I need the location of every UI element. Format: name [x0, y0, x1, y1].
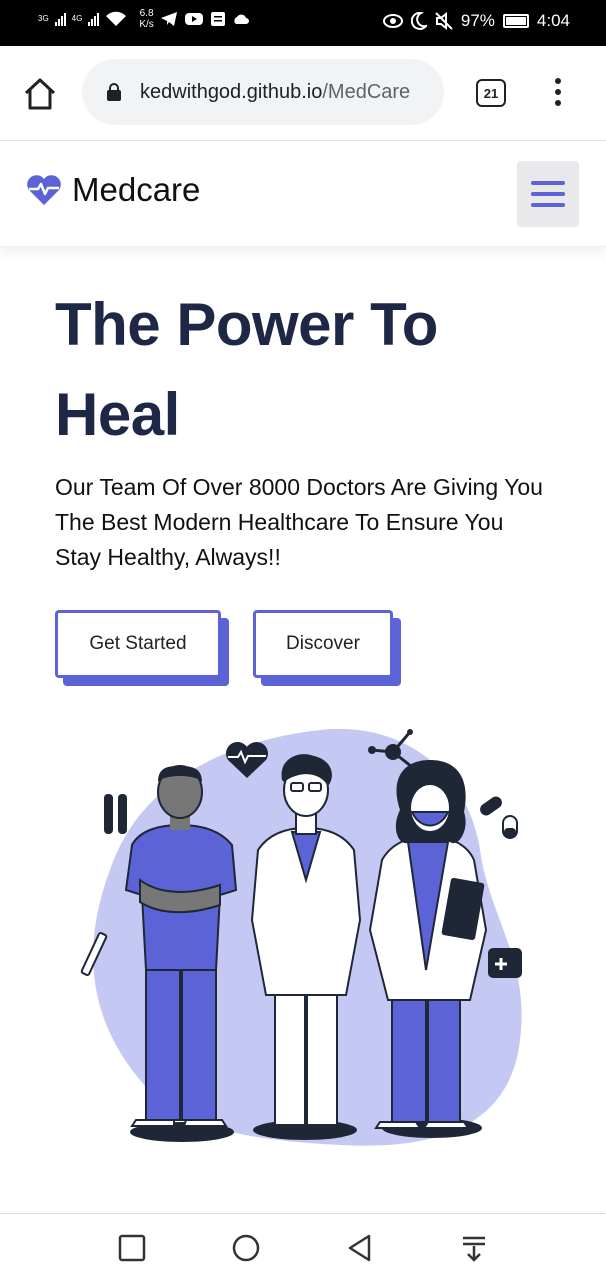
lock-icon — [107, 83, 121, 101]
signal-icon-2 — [88, 12, 100, 26]
network-type-1: 3G — [38, 14, 49, 23]
battery-percent: 97% — [460, 11, 495, 30]
url-domain: kedwithgod.github.io — [140, 80, 323, 103]
network-speed: 6.8 K/s — [139, 8, 153, 30]
speed-unit: K/s — [139, 19, 154, 30]
eye-icon — [382, 14, 403, 28]
telegram-icon — [160, 12, 177, 26]
network-type-2: 4G — [71, 14, 83, 23]
home-circle-icon[interactable] — [230, 1232, 262, 1264]
hamburger-menu-icon[interactable] — [517, 161, 579, 227]
site-header: Medcare — [0, 141, 606, 247]
doctors-illustration — [80, 728, 522, 1146]
browser-toolbar: kedwithgod.github.io/MedCare 21 — [0, 46, 606, 141]
hero-subtitle: Our Team Of Over 8000 Doctors Are Giving… — [55, 474, 543, 570]
android-nav-bar — [0, 1213, 606, 1280]
heart-pulse-icon — [27, 175, 61, 205]
battery-icon — [502, 14, 529, 28]
wifi-icon — [106, 11, 127, 26]
tab-switcher-button[interactable]: 21 — [476, 79, 506, 107]
url-path: /MedCare — [322, 80, 411, 103]
signal-icon — [54, 12, 66, 26]
message-icon — [210, 12, 225, 26]
mute-icon — [435, 12, 453, 30]
back-icon[interactable] — [344, 1232, 376, 1264]
url-text: kedwithgod.github.io/MedCare — [140, 81, 410, 104]
recent-apps-icon[interactable] — [116, 1232, 148, 1264]
discover-button[interactable]: Discover — [253, 610, 393, 678]
moon-icon — [410, 12, 427, 30]
more-vert-icon[interactable] — [552, 78, 564, 108]
speed-value: 6.8 — [139, 8, 154, 19]
cloud-icon — [234, 14, 249, 24]
brand-logo[interactable]: Medcare — [26, 171, 200, 209]
address-bar[interactable]: kedwithgod.github.io/MedCare — [82, 59, 444, 125]
status-bar: 3G 4G 6.8 K/s 97% 4:04 — [0, 0, 606, 46]
home-icon[interactable] — [22, 76, 58, 112]
get-started-button[interactable]: Get Started — [55, 610, 221, 678]
clock: 4:04 — [536, 11, 570, 30]
notification-shade-icon[interactable] — [458, 1232, 490, 1264]
youtube-icon — [184, 13, 203, 25]
brand-name: Medcare — [72, 171, 201, 208]
hero-title: The Power To Heal — [55, 291, 438, 448]
